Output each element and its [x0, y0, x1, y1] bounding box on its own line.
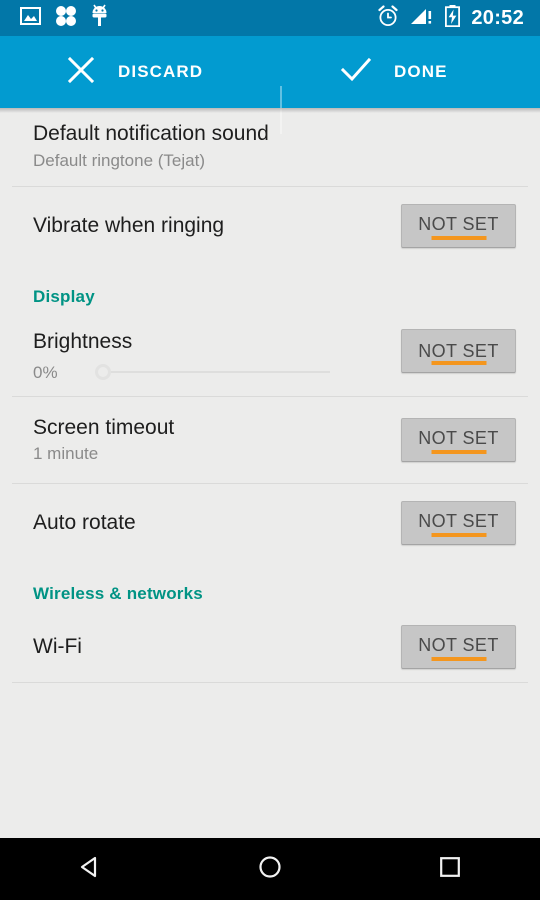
recents-button[interactable] — [405, 838, 495, 900]
divider — [12, 682, 528, 684]
spinner-underline — [431, 450, 486, 455]
wifi-not-set-button[interactable]: NOT SET — [401, 625, 516, 670]
status-bar-right-icons: 20:52 — [377, 4, 524, 32]
vibrate-title: Vibrate when ringing — [33, 213, 225, 237]
screen-timeout-subtitle: 1 minute — [33, 443, 99, 463]
auto-rotate-title: Auto rotate — [33, 511, 136, 535]
list-item-screen-timeout[interactable]: Screen timeout 1 minute NOT SET — [0, 397, 540, 483]
list-item-wifi[interactable]: Wi-Fi NOT SET — [0, 612, 540, 682]
auto-rotate-not-set-label: NOT SET — [418, 510, 499, 531]
screen-timeout-title: Screen timeout — [33, 415, 175, 439]
spinner-underline — [431, 533, 486, 538]
done-label: DONE — [394, 62, 448, 81]
navigation-bar — [0, 838, 540, 900]
list-item-notification-sound[interactable]: Default notification sound Default ringt… — [0, 108, 540, 186]
notification-sound-subtitle: Default ringtone (Tejat) — [33, 150, 205, 170]
status-bar-left-icons — [20, 4, 108, 32]
section-header-display: Display — [33, 287, 95, 306]
alarm-icon — [377, 4, 399, 32]
list-item-vibrate[interactable]: Vibrate when ringing NOT SET — [0, 187, 540, 265]
status-bar-clock: 20:52 — [471, 7, 524, 29]
check-icon — [340, 55, 372, 90]
brightness-slider[interactable] — [95, 362, 330, 382]
android-usb-icon — [91, 4, 108, 32]
back-button[interactable] — [45, 838, 135, 900]
image-icon — [20, 6, 41, 30]
home-icon — [257, 854, 283, 885]
discard-button[interactable]: DISCARD — [66, 36, 203, 108]
wifi-not-set-label: NOT SET — [418, 634, 499, 655]
list-item-brightness[interactable]: Brightness 0% NOT SET — [0, 315, 540, 396]
spinner-underline — [431, 657, 486, 662]
phone-screen: 20:52 DISCARD DONE Default notification … — [0, 0, 540, 900]
back-icon — [77, 854, 103, 885]
recents-icon — [438, 855, 462, 884]
screen-timeout-not-set-button[interactable]: NOT SET — [401, 418, 516, 463]
slider-thumb[interactable] — [95, 364, 111, 381]
done-button[interactable]: DONE — [340, 36, 448, 108]
slider-track — [105, 371, 330, 374]
action-bar-separator — [280, 86, 282, 134]
screen-timeout-not-set-label: NOT SET — [418, 427, 499, 448]
spinner-underline — [431, 236, 486, 240]
section-header-wireless: Wireless & networks — [33, 584, 203, 604]
notification-sound-title: Default notification sound — [33, 122, 269, 146]
brightness-title: Brightness — [33, 330, 133, 353]
brightness-percent: 0% — [33, 362, 58, 382]
brightness-not-set-label: NOT SET — [418, 340, 499, 361]
close-icon — [66, 55, 96, 90]
auto-rotate-not-set-button[interactable]: NOT SET — [401, 501, 516, 546]
status-bar: 20:52 — [0, 0, 540, 36]
vibrate-not-set-label: NOT SET — [418, 213, 499, 234]
apps-grid-icon — [55, 5, 77, 32]
spinner-underline — [431, 361, 486, 365]
wifi-title: Wi-Fi — [33, 635, 82, 659]
list-item-auto-rotate[interactable]: Auto rotate NOT SET — [0, 484, 540, 562]
action-bar: DISCARD DONE — [0, 36, 540, 134]
vibrate-not-set-button[interactable]: NOT SET — [401, 204, 516, 248]
brightness-not-set-button[interactable]: NOT SET — [401, 329, 516, 373]
settings-list[interactable]: Default notification sound Default ringt… — [0, 108, 540, 838]
home-button[interactable] — [225, 838, 315, 900]
discard-label: DISCARD — [118, 62, 204, 81]
battery-charging-icon — [445, 4, 461, 32]
signal-no-service-icon — [410, 6, 434, 31]
